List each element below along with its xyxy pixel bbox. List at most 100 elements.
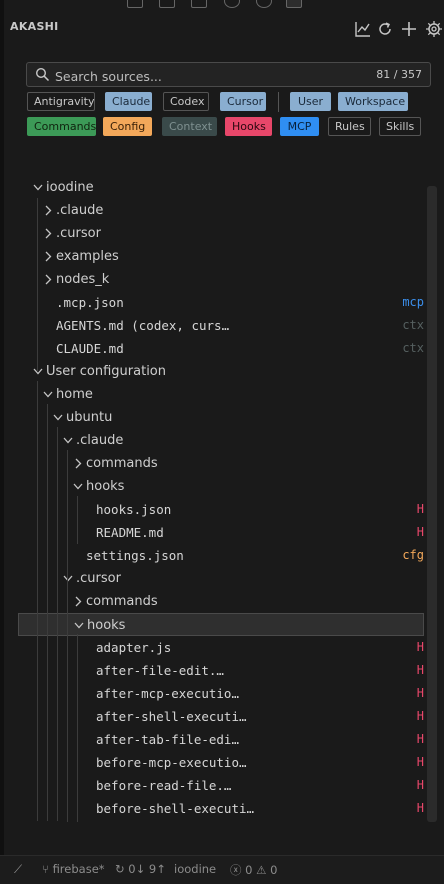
mcp-badge: mcp [402, 295, 424, 309]
filter-chip-config[interactable]: Config [103, 117, 152, 136]
folder-name: User configuration [46, 364, 166, 379]
tree-file[interactable]: hooks.json H [0, 498, 426, 521]
tree-file[interactable]: before-mcp-executio… H [0, 751, 426, 774]
tree-file[interactable]: CLAUDE.md ctx [0, 337, 426, 360]
file-name: CLAUDE.md [56, 341, 124, 356]
indent-guide [77, 634, 78, 822]
hooks-badge: H [416, 801, 424, 815]
tree-file[interactable]: after-mcp-executio… H [0, 682, 426, 705]
folder-name: .claude [76, 433, 124, 448]
filter-chip-context[interactable]: Context [162, 117, 217, 136]
file-name: adapter.js [96, 640, 172, 655]
filter-chip-commands[interactable]: Commands [27, 117, 96, 136]
tree-file[interactable]: .mcp.json mcp [0, 291, 426, 314]
chevron-right-icon[interactable] [43, 222, 53, 245]
sync-counts: 0↓ 9↑ [128, 862, 166, 876]
tree-folder[interactable]: commands [0, 590, 426, 613]
tree-folder[interactable]: User configuration [0, 360, 426, 383]
branch-status[interactable]: ⑂ firebase* [42, 862, 105, 876]
tree-file[interactable]: after-tab-file-edi… H [0, 728, 426, 751]
tree-file[interactable]: after-file-edit.… H [0, 659, 426, 682]
file-name: after-tab-file-edi… [96, 732, 239, 747]
refresh-icon[interactable] [376, 20, 394, 38]
tree-folder[interactable]: ubuntu [0, 406, 426, 429]
panel-header: AKASHI [4, 12, 444, 52]
status-bar: ⟋ ⑂ firebase* ↻ 0↓ 9↑ ioodine ⓧ 0 ⚠ 0 [0, 855, 444, 884]
indent-guide [67, 588, 68, 822]
chevron-right-icon[interactable] [73, 452, 83, 475]
chevron-down-icon[interactable] [73, 475, 83, 498]
toolbar-icon[interactable] [191, 0, 207, 8]
tree-folder[interactable]: hooks [18, 613, 424, 636]
toolbar-active-icon[interactable] [286, 0, 302, 8]
filter-chip-mcp[interactable]: MCP [280, 117, 319, 136]
tree-folder[interactable]: commands [0, 452, 426, 475]
file-name: hooks.json [96, 502, 172, 517]
tree-folder[interactable]: .claude [0, 429, 426, 452]
chevron-right-icon[interactable] [43, 268, 53, 291]
folder-name: hooks [86, 479, 125, 494]
hooks-badge: H [416, 755, 424, 769]
chevron-right-icon[interactable] [43, 245, 53, 268]
add-icon[interactable] [400, 20, 418, 38]
tree-file[interactable]: adapter.js H [0, 636, 426, 659]
filter-chip-codex[interactable]: Codex [163, 92, 209, 111]
chevron-down-icon[interactable] [74, 614, 84, 637]
filter-chip-hooks[interactable]: Hooks [225, 117, 272, 136]
filter-chip-workspace[interactable]: Workspace [338, 92, 408, 111]
folder-name: .cursor [56, 226, 101, 241]
search-input[interactable] [53, 66, 357, 86]
tree-scrollbar[interactable] [427, 186, 437, 822]
tree-file[interactable]: AGENTS.md (codex, curs… ctx [0, 314, 426, 337]
folder-name: nodes_k [56, 272, 110, 287]
chevron-right-icon[interactable] [73, 590, 83, 613]
filter-chip-skills[interactable]: Skills [379, 117, 421, 136]
remote-icon[interactable]: ⟋ [14, 862, 22, 877]
tree-file[interactable]: before-shell-executi… H [0, 797, 426, 820]
workspace-name[interactable]: ioodine [174, 862, 216, 876]
filter-chip-antigravity[interactable]: Antigravity [27, 92, 95, 111]
toolbar-icon[interactable] [127, 0, 143, 8]
chevron-down-icon[interactable] [33, 176, 43, 199]
filter-chip-rules[interactable]: Rules [328, 117, 371, 136]
file-name: after-shell-executi… [96, 709, 247, 724]
tree-folder[interactable]: .cursor [0, 222, 426, 245]
indent-guide [77, 496, 78, 544]
tree-folder[interactable]: .claude [0, 199, 426, 222]
file-name: after-mcp-executio… [96, 686, 239, 701]
tree-file[interactable]: after-shell-executi… H [0, 705, 426, 728]
hooks-badge: H [416, 709, 424, 723]
chevron-down-icon[interactable] [43, 383, 53, 406]
filter-chip-user[interactable]: User [290, 92, 331, 111]
indent-guide [67, 450, 68, 590]
filter-chip-cursor[interactable]: Cursor [220, 92, 266, 111]
chevron-down-icon[interactable] [63, 429, 73, 452]
tree-folder[interactable]: examples [0, 245, 426, 268]
file-name: README.md [96, 525, 164, 540]
chart-icon[interactable] [354, 20, 372, 38]
tree-folder[interactable]: hooks [0, 475, 426, 498]
hooks-badge: H [416, 732, 424, 746]
ctx-badge: ctx [402, 318, 424, 332]
tree-folder[interactable]: nodes_k [0, 268, 426, 291]
toolbar-icon[interactable] [256, 0, 272, 8]
chevron-right-icon[interactable] [43, 199, 53, 222]
problems-status[interactable]: ⓧ 0 ⚠ 0 [230, 862, 277, 878]
tree-file[interactable]: settings.json cfg [0, 544, 426, 567]
folder-name: commands [86, 456, 158, 471]
toolbar-icon[interactable] [224, 0, 240, 8]
filter-chip-claude[interactable]: Claude [105, 92, 152, 111]
tree-folder[interactable]: .cursor [0, 567, 426, 590]
error-count: 0 [245, 863, 253, 877]
toolbar-search-icon[interactable] [159, 0, 175, 8]
tree-file[interactable]: before-read-file.… H [0, 774, 426, 797]
tree-folder[interactable]: home [0, 383, 426, 406]
chevron-down-icon[interactable] [33, 360, 43, 383]
chevron-down-icon[interactable] [63, 567, 73, 590]
tree-folder[interactable]: ioodine [0, 176, 426, 199]
sync-status[interactable]: ↻ 0↓ 9↑ [115, 862, 166, 876]
chevron-down-icon[interactable] [53, 406, 63, 429]
hooks-badge: H [416, 640, 424, 654]
gear-icon[interactable] [425, 20, 443, 38]
tree-file[interactable]: README.md H [0, 521, 426, 544]
